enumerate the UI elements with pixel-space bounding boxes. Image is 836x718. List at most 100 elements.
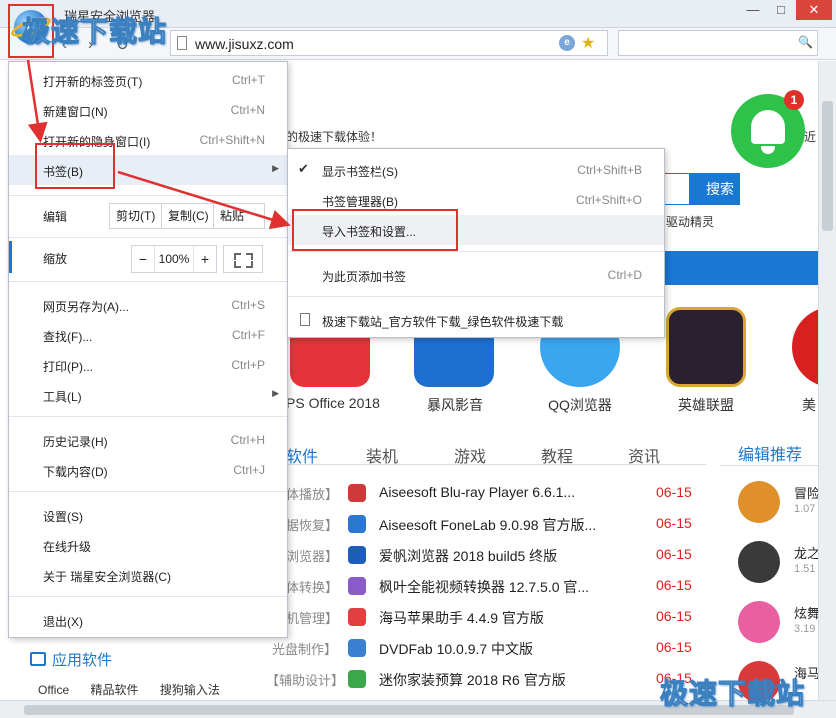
compat-mode-icon[interactable]: e [559, 35, 575, 51]
zoom-in-button[interactable]: + [194, 246, 216, 272]
app-label-wps[interactable]: PS Office 2018 [278, 395, 388, 411]
recommend-name[interactable]: 炫舞 [794, 603, 820, 622]
software-category[interactable]: 浏览器】 [286, 546, 338, 565]
tab-news[interactable]: 资讯 [628, 443, 660, 467]
menu-separator [9, 195, 287, 196]
recommend-icon [738, 541, 780, 583]
app-label-lol[interactable]: 英雄联盟 [651, 395, 761, 415]
software-name[interactable]: Aiseesoft Blu-ray Player 6.6.1... [379, 484, 575, 500]
maximize-button[interactable]: □ [768, 0, 794, 20]
menu-item-bookmarks[interactable]: 书签(B) ▶ [9, 155, 287, 185]
software-icon [348, 546, 366, 564]
tab-tutorials[interactable]: 教程 [541, 443, 573, 467]
software-category[interactable]: 光盘制作】 [272, 639, 337, 658]
menu-item-new-tab[interactable]: 打开新的标签页(T) Ctrl+T [9, 65, 287, 95]
menu-item-incognito[interactable]: 打开新的隐身窗口(I) Ctrl+Shift+N [9, 125, 287, 155]
menu-item-save-as[interactable]: 网页另存为(A)... Ctrl+S [9, 290, 287, 320]
software-name[interactable]: DVDFab 10.0.9.7 中文版 [379, 639, 533, 659]
menu-item-new-window[interactable]: 新建窗口(N) Ctrl+N [9, 95, 287, 125]
app-icon-lol[interactable] [666, 307, 746, 387]
menu-shortcut: Ctrl+T [232, 73, 265, 87]
menu-shortcut: Ctrl+N [230, 103, 265, 117]
menu-item-about[interactable]: 关于 瑞星安全浏览器(C) [9, 560, 287, 590]
software-row[interactable]: 体转换】 枫叶全能视频转换器 12.7.5.0 官... 06-15 [286, 569, 706, 600]
recommend-item[interactable]: 龙之 1.51 [738, 541, 820, 601]
apps-section-label[interactable]: 应用软件 [52, 652, 112, 669]
software-row[interactable]: 体播放】 Aiseesoft Blu-ray Player 6.6.1... 0… [286, 476, 706, 507]
recommend-name[interactable]: 龙之 [794, 543, 820, 562]
software-category[interactable]: 体播放】 [286, 484, 338, 503]
software-name[interactable]: 枫叶全能视频转换器 12.7.5.0 官... [379, 577, 589, 597]
fullscreen-icon[interactable] [223, 245, 263, 273]
link-sogou[interactable]: 搜狗输入法 [160, 683, 220, 697]
submenu-item-import-bookmarks[interactable]: 导入书签和设置... [288, 215, 664, 245]
software-row[interactable]: 光盘制作】 DVDFab 10.0.9.7 中文版 06-15 [272, 631, 706, 662]
app-label-mei[interactable]: 美 [780, 395, 820, 415]
search-input[interactable]: 🔍 [618, 30, 818, 56]
link-premium[interactable]: 精品软件 [90, 683, 138, 697]
site-search-button[interactable]: 搜索 [690, 173, 740, 205]
app-label-qq-browser[interactable]: QQ浏览器 [525, 395, 635, 415]
menu-label: 查找(F)... [43, 330, 93, 344]
software-name[interactable]: 爱帆浏览器 2018 build5 终版 [379, 546, 557, 566]
menu-label: 设置(S) [43, 510, 83, 524]
software-row[interactable]: 浏览器】 爱帆浏览器 2018 build5 终版 06-15 [286, 538, 706, 569]
submenu-item-site-bookmark[interactable]: 极速下载站_官方软件下载_绿色软件极速下载 [288, 305, 664, 335]
vertical-scroll-thumb[interactable] [822, 101, 833, 231]
menu-item-settings[interactable]: 设置(S) [9, 500, 287, 530]
cut-button[interactable]: 剪切(T) [109, 203, 163, 229]
minimize-button[interactable]: — [740, 0, 766, 20]
menu-shortcut: Ctrl+J [233, 463, 265, 477]
menu-item-find[interactable]: 查找(F)... Ctrl+F [9, 320, 287, 350]
recommend-item[interactable]: 冒险 1.07 [738, 481, 820, 541]
software-row[interactable]: 机管理】 海马苹果助手 4.4.9 官方版 06-15 [286, 600, 706, 631]
submenu-item-bookmark-manager[interactable]: 书签管理器(B) Ctrl+Shift+O [288, 185, 664, 215]
software-row[interactable]: 据恢复】 Aiseesoft FoneLab 9.0.98 官方版... 06-… [286, 507, 706, 538]
paste-button[interactable]: 粘贴 [213, 203, 265, 229]
software-name[interactable]: 迷你家装预算 2018 R6 官方版 [379, 670, 566, 690]
menu-item-history[interactable]: 历史记录(H) Ctrl+H [9, 425, 287, 455]
copy-button[interactable]: 复制(C) [161, 203, 216, 229]
software-category[interactable]: 【辅助设计】 [266, 670, 344, 689]
vertical-scrollbar[interactable] [818, 61, 836, 701]
check-icon: ✔ [298, 161, 309, 176]
menu-item-tools[interactable]: 工具(L) ▶ [9, 380, 287, 410]
app-icon-mei[interactable] [792, 307, 820, 387]
search-icon[interactable]: 🔍 [798, 35, 813, 49]
menu-shortcut: Ctrl+H [230, 433, 265, 447]
menu-separator [9, 596, 287, 597]
tab-games[interactable]: 游戏 [454, 443, 486, 467]
menu-item-exit[interactable]: 退出(X) [9, 605, 287, 635]
menu-item-print[interactable]: 打印(P)... Ctrl+P [9, 350, 287, 380]
menu-item-downloads[interactable]: 下载内容(D) Ctrl+J [9, 455, 287, 485]
software-name[interactable]: Aiseesoft FoneLab 9.0.98 官方版... [379, 515, 596, 535]
apps-section-title[interactable]: 应用软件 [30, 649, 112, 670]
software-category[interactable]: 机管理】 [286, 608, 338, 627]
software-category[interactable]: 据恢复】 [286, 515, 338, 534]
menu-label: 工具(L) [43, 390, 82, 404]
tab-install[interactable]: 装机 [366, 443, 398, 467]
menu-item-upgrade[interactable]: 在线升级 [9, 530, 287, 560]
hot-link-driver[interactable]: 驱动精灵 [666, 213, 714, 230]
menu-item-edit: 编辑 剪切(T) 复制(C) 粘贴 [9, 200, 287, 230]
app-label-baofeng[interactable]: 暴风影音 [400, 395, 510, 415]
add-favorite-star-icon[interactable]: ★ [581, 33, 595, 53]
software-row[interactable]: 【辅助设计】 迷你家装预算 2018 R6 官方版 06-15 [266, 662, 706, 693]
tab-software[interactable]: 软件 [286, 443, 318, 467]
recommend-item[interactable]: 炫舞 3.19 [738, 601, 820, 661]
address-url[interactable]: www.jisuxz.com [195, 36, 294, 52]
address-bar[interactable]: www.jisuxz.com e ★ [170, 30, 608, 56]
submenu-arrow-icon: ▶ [272, 163, 279, 173]
software-category[interactable]: 体转换】 [286, 577, 338, 596]
menu-label: 下载内容(D) [43, 465, 108, 479]
close-button[interactable]: ✕ [796, 0, 832, 20]
zoom-out-button[interactable]: − [132, 246, 154, 272]
submenu-item-add-bookmark[interactable]: 为此页添加书签 Ctrl+D [288, 260, 664, 290]
link-office[interactable]: Office [38, 683, 69, 697]
software-icon [348, 515, 366, 533]
divider [720, 465, 820, 466]
recommend-name[interactable]: 冒险 [794, 483, 820, 502]
welcome-text: 的极速下载体验！ [286, 130, 383, 144]
software-name[interactable]: 海马苹果助手 4.4.9 官方版 [379, 608, 544, 628]
submenu-item-show-bookmark-bar[interactable]: ✔ 显示书签栏(S) Ctrl+Shift+B [288, 155, 664, 185]
